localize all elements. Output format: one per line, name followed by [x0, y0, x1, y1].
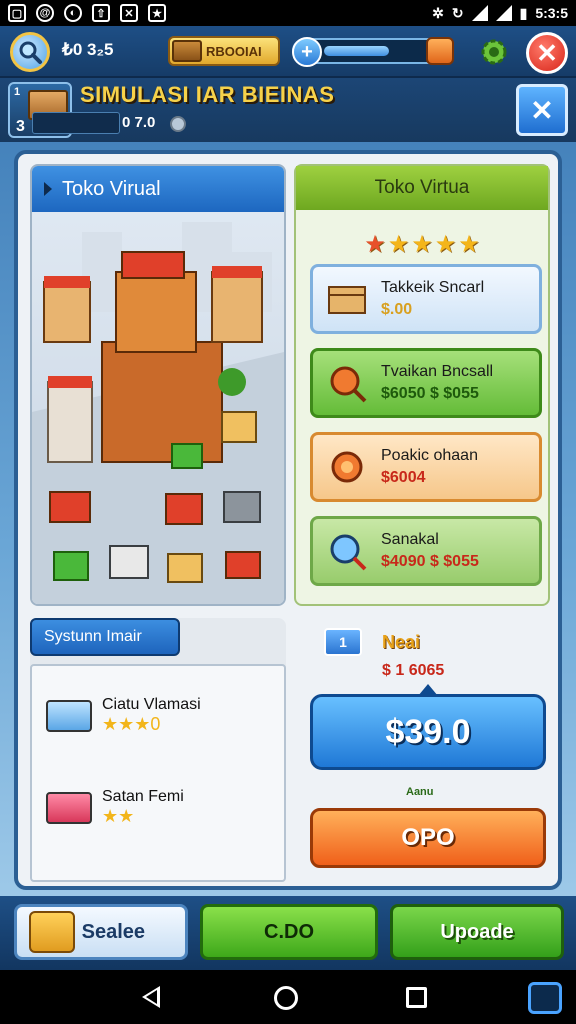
star-icon: ★ [387, 231, 410, 258]
level-number: 3 [16, 118, 25, 135]
home-icon[interactable] [274, 986, 298, 1010]
offer-name: Tvaikan Bncsall [381, 363, 494, 380]
offer-card-2[interactable]: Tvaikan Bncsall $6050 $ $055 [310, 348, 542, 418]
news-price: $ 1 6065 [382, 662, 445, 679]
status-time: 5:3:5 [535, 5, 568, 21]
search-label: Sealee [81, 920, 145, 943]
shop-title: Toko Virual [62, 177, 161, 200]
price-button[interactable]: $39.0 [310, 694, 546, 770]
news-badge[interactable]: 1 [324, 628, 362, 656]
title-bar: 1 3 SIMULASI IAR BIEINAS 0 7.0 ✕ [0, 78, 576, 142]
status-right: ✲ ↻ ▮ 5:3:5 [432, 5, 568, 22]
energy-fill [324, 46, 389, 56]
magnifier-icon [330, 534, 367, 571]
search-shop-button[interactable]: Sealee [14, 904, 188, 960]
image-icon: ✕ [120, 4, 138, 22]
gear-icon[interactable] [478, 36, 510, 68]
shop-illustration [32, 212, 284, 604]
system-list: Ciatu Vlamasi ★★★0 Satan Femi ★★ [30, 664, 286, 882]
system-item-2[interactable]: Satan Femi ★★ [46, 788, 184, 827]
offer-card-3[interactable]: Poakic ohaan $6004 [310, 432, 542, 502]
wifi-icon [471, 5, 488, 21]
system-item-name: Satan Femi [102, 788, 184, 805]
coin-icon [331, 451, 363, 483]
xp-value: 0 7.0 [122, 114, 156, 131]
news-section: 1 Neai $ 1 6065 $39.0 Aanu OPO [298, 618, 550, 882]
status-icons: ▢ @ ◐ ⇧ ✕ ★ [8, 4, 166, 22]
keyboard-icon[interactable] [528, 982, 562, 1014]
navigation-bar [0, 970, 576, 1024]
energy-bar: + [292, 37, 454, 67]
chest-icon [172, 40, 202, 62]
gallery-icon: ▢ [8, 4, 26, 22]
drop-icon: ◐ [64, 4, 82, 22]
offer-price: $4090 $ $055 [381, 553, 479, 570]
magnifier-icon [19, 41, 42, 64]
box-icon [46, 791, 92, 824]
bottom-toolbar: Sealee C.DO Upoade [0, 896, 576, 970]
signal-icon [495, 5, 512, 21]
box-icon [328, 286, 366, 314]
virtual-shop-card: Toko Virtua ★ ★ ★ ★ ★ Takkeik Sncarl $.00 Tv… [294, 164, 550, 606]
status-bar: ▢ @ ◐ ⇧ ✕ ★ ✲ ↻ ▮ 5:3:5 [0, 0, 576, 26]
game-title: SIMULASI IAR BIEINAS [80, 82, 335, 107]
shop-card[interactable]: Toko Virual [30, 164, 286, 606]
offer-name: Takkeik Sncarl [381, 279, 485, 296]
vibrate-icon: ✲ [432, 4, 444, 21]
star-icon: ★ [434, 231, 457, 258]
xp-bar [32, 112, 120, 134]
offer-price: $.00 [381, 301, 413, 318]
system-item-stars: ★★ [102, 806, 135, 826]
system-title: Systunn Imair [44, 628, 142, 645]
gem-icon[interactable] [426, 37, 454, 65]
basket-icon [29, 911, 75, 953]
search-button[interactable] [10, 32, 50, 72]
coin-counter: ₺0 3₂5 [62, 40, 114, 59]
virtual-title: Toko Virtua [374, 177, 470, 198]
gold-label: RBOOIAI [206, 43, 262, 59]
system-card: Systunn Imair Ciatu Vlamasi ★★★0 Satan F… [30, 618, 286, 882]
offer-name: Sanakal [381, 531, 439, 548]
upgrade-button[interactable]: Upoade [390, 904, 564, 960]
at-icon: @ [36, 4, 54, 22]
offer-price: $6050 $ $055 [381, 385, 479, 402]
system-item-stars: ★★★0 [102, 714, 161, 734]
upload-icon: ⇧ [92, 4, 110, 22]
system-header[interactable]: Systunn Imair [30, 618, 180, 656]
offer-name: Poakic ohaan [381, 447, 478, 464]
add-energy-button[interactable]: + [292, 37, 322, 67]
back-icon-inner [146, 990, 157, 1004]
news-title: Neai [382, 632, 421, 652]
offer-card-1[interactable]: Takkeik Sncarl $.00 [310, 264, 542, 334]
gold-banner[interactable]: RBOOIAI [168, 36, 280, 66]
shield-icon [170, 116, 186, 132]
wrench-icon: ✕ [530, 94, 554, 126]
rating-stars: ★ ★ ★ ★ ★ [296, 230, 548, 259]
confirm-button[interactable]: OPO [310, 808, 546, 868]
cash-register-icon [46, 699, 92, 732]
top-hud: ₺0 3₂5 RBOOIAI + ✕ [0, 26, 576, 78]
virtual-header: Toko Virtua [296, 166, 548, 210]
offer-card-4[interactable]: Sanakal $4090 $ $055 [310, 516, 542, 586]
sync-icon: ↻ [451, 4, 464, 21]
star-icon: ★ [364, 231, 386, 258]
cdo-button[interactable]: C.DO [200, 904, 378, 960]
system-item-1[interactable]: Ciatu Vlamasi ★★★0 [46, 696, 201, 735]
small-label: Aanu [406, 786, 434, 798]
offer-price: $6004 [381, 469, 426, 486]
tools-button[interactable]: ✕ [516, 84, 568, 136]
close-button[interactable]: ✕ [526, 32, 568, 74]
level-top: 1 [14, 86, 21, 98]
main-panel: Toko Virual Toko Virtua ★ ★ ★ ★ ★ Takkei… [14, 150, 562, 890]
play-icon [44, 182, 52, 196]
battery-icon: ▮ [519, 4, 528, 21]
shop-header: Toko Virual [32, 166, 284, 212]
system-item-name: Ciatu Vlamasi [102, 696, 201, 713]
star-icon: ★ [411, 231, 433, 258]
star-icon: ★ [458, 231, 480, 258]
recents-icon[interactable] [406, 987, 427, 1008]
magnifier-icon [330, 366, 367, 403]
star-icon: ★ [148, 4, 166, 22]
